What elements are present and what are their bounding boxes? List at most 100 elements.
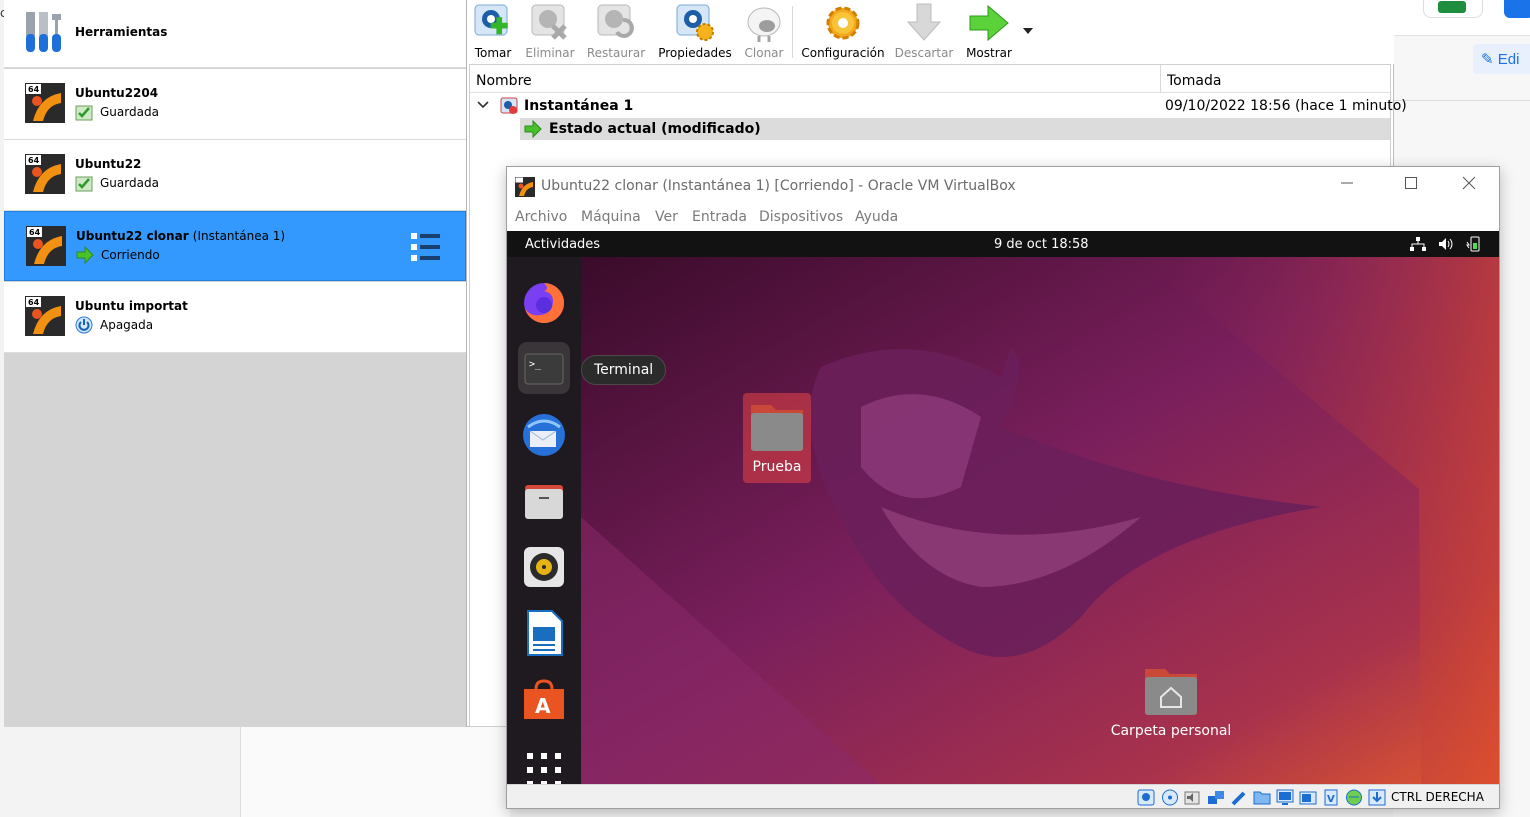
maximize-button[interactable] [1391, 175, 1431, 197]
guest-screen[interactable]: Actividades 9 de oct 18:58 >_ A Terminal… [507, 231, 1499, 784]
snapshot-icon [500, 97, 518, 114]
column-divider[interactable] [1160, 65, 1161, 93]
show-dropdown-icon[interactable] [1021, 24, 1035, 38]
vm-window: Ubuntu22 clonar (Instantánea 1) [Corrien… [506, 166, 1500, 809]
take-snapshot-button[interactable]: Tomar [469, 0, 517, 64]
chevron-down-icon[interactable] [476, 98, 490, 112]
usb-icon[interactable] [1230, 789, 1248, 806]
svg-text:V: V [1327, 794, 1335, 805]
gear-icon [826, 6, 860, 40]
snapshot-name: Instantánea 1 [524, 98, 634, 114]
properties-icon [676, 4, 714, 41]
vm-item-ubuntu22[interactable]: 64 Ubuntu22 Guardada [4, 140, 466, 211]
virtualization-icon[interactable]: V [1322, 789, 1340, 806]
current-state-row[interactable]: Estado actual (modificado) [520, 118, 1390, 140]
delete-snapshot-button[interactable]: Eliminar [525, 0, 575, 64]
power-off-icon [75, 316, 93, 334]
snapshot-row[interactable]: Instantánea 1 09/10/2022 18:56 (hace 1 m… [470, 95, 1407, 117]
meet-icon[interactable] [1423, 0, 1483, 18]
vm-state: Apagada [100, 318, 154, 332]
terminal-dock-item[interactable]: >_ [518, 342, 570, 394]
svg-text:64: 64 [28, 85, 40, 94]
take-label: Tomar [474, 46, 512, 60]
recording-icon[interactable] [1299, 789, 1317, 806]
shared-folder-icon[interactable] [1253, 789, 1271, 806]
display-icon[interactable] [1276, 789, 1294, 806]
toolbar-separator [792, 6, 793, 58]
menu-entrada[interactable]: Entrada [692, 209, 747, 225]
clone-button[interactable]: Clonar [741, 0, 787, 64]
running-arrow-icon [76, 246, 94, 264]
column-name[interactable]: Nombre [476, 73, 532, 89]
edit-label: Edi [1497, 51, 1520, 68]
background-blue-button[interactable] [1504, 0, 1530, 18]
terminal-icon: >_ [524, 353, 564, 385]
saved-state-icon [75, 176, 93, 192]
firefox-icon[interactable] [518, 277, 570, 329]
menu-archivo[interactable]: Archivo [515, 209, 567, 225]
desktop-folder-prueba[interactable]: Prueba [743, 393, 811, 483]
vm-item-ubuntu-importat[interactable]: 64 Ubuntu importat Apagada [4, 282, 466, 353]
divider [1393, 100, 1530, 101]
close-icon [1462, 176, 1476, 190]
show-apps-icon[interactable] [525, 751, 563, 784]
tree-header: Nombre Tomada [470, 65, 1390, 93]
volume-icon[interactable] [1437, 236, 1455, 252]
svg-text:64: 64 [29, 228, 41, 237]
optical-drive-icon[interactable] [1161, 789, 1179, 806]
svg-text:64: 64 [28, 298, 40, 307]
edit-button[interactable]: ✎ Edi [1473, 44, 1530, 74]
tools-item[interactable]: Herramientas [4, 0, 466, 68]
audio-icon[interactable] [1184, 789, 1202, 806]
vm-item-ubuntu2204[interactable]: 64 Ubuntu2204 Guardada [4, 69, 466, 140]
close-button[interactable] [1449, 175, 1489, 197]
minimize-icon [1341, 182, 1353, 184]
vm-state: Corriendo [101, 248, 160, 262]
host-key-arrow-icon[interactable] [1368, 789, 1386, 806]
take-snapshot-icon [474, 4, 508, 36]
vm-item-ubuntu22-clonar[interactable]: 64 Ubuntu22 clonar (Instantánea 1) Corri… [4, 211, 466, 281]
network-icon[interactable] [1409, 236, 1427, 252]
battery-icon[interactable] [1465, 236, 1483, 252]
ubuntu-jellyfish-wallpaper [581, 257, 1499, 784]
background-panel [240, 727, 510, 817]
discard-arrow-icon [906, 3, 942, 41]
desktop-home-folder[interactable]: Carpeta personal [1105, 663, 1237, 743]
snapshot-date: 09/10/2022 18:56 (hace 1 minuto) [1165, 98, 1407, 114]
minimize-button[interactable] [1327, 175, 1367, 197]
column-taken[interactable]: Tomada [1167, 73, 1221, 89]
network-adapter-icon[interactable] [1207, 789, 1225, 806]
discard-button[interactable]: Descartar [893, 0, 955, 64]
files-icon[interactable] [518, 475, 570, 527]
show-button[interactable]: Mostrar [961, 0, 1017, 64]
menu-ayuda[interactable]: Ayuda [855, 209, 898, 225]
tools-label: Herramientas [75, 25, 168, 39]
rhythmbox-icon[interactable] [518, 541, 570, 593]
mouse-integration-icon[interactable] [1345, 789, 1363, 806]
virtualbox-vm-icon [515, 177, 535, 197]
snapshot-properties-button[interactable]: Propiedades [657, 0, 733, 64]
svg-text:>_: >_ [529, 359, 542, 370]
menu-dispositivos[interactable]: Dispositivos [759, 209, 843, 225]
settings-button[interactable]: Configuración [801, 0, 885, 64]
menu-maquina[interactable]: Máquina [581, 209, 641, 225]
machine-tools-menu-icon[interactable] [410, 232, 442, 262]
dock-tooltip: Terminal [581, 355, 667, 385]
libreoffice-writer-icon[interactable] [518, 607, 570, 659]
vm-window-titlebar[interactable]: Ubuntu22 clonar (Instantánea 1) [Corrien… [507, 167, 1499, 205]
restore-snapshot-icon [597, 4, 634, 38]
clock[interactable]: 9 de oct 18:58 [994, 237, 1089, 252]
app-center-icon[interactable]: A [518, 673, 570, 725]
desktop-icon-label: Carpeta personal [1110, 723, 1232, 739]
vm-name: Ubuntu22 clonar (Instantánea 1) [76, 229, 286, 243]
restore-snapshot-button[interactable]: Restaurar [585, 0, 647, 64]
vm-state: Guardada [100, 176, 159, 190]
activities-button[interactable]: Actividades [525, 237, 600, 252]
hard-disk-icon[interactable] [1137, 789, 1155, 806]
vm-name: Ubuntu importat [75, 299, 188, 313]
thunderbird-icon[interactable] [518, 409, 570, 461]
delete-snapshot-icon [531, 4, 567, 40]
menu-ver[interactable]: Ver [655, 209, 678, 225]
svg-text:A: A [535, 694, 551, 718]
desktop-icon-label: Prueba [752, 459, 802, 475]
